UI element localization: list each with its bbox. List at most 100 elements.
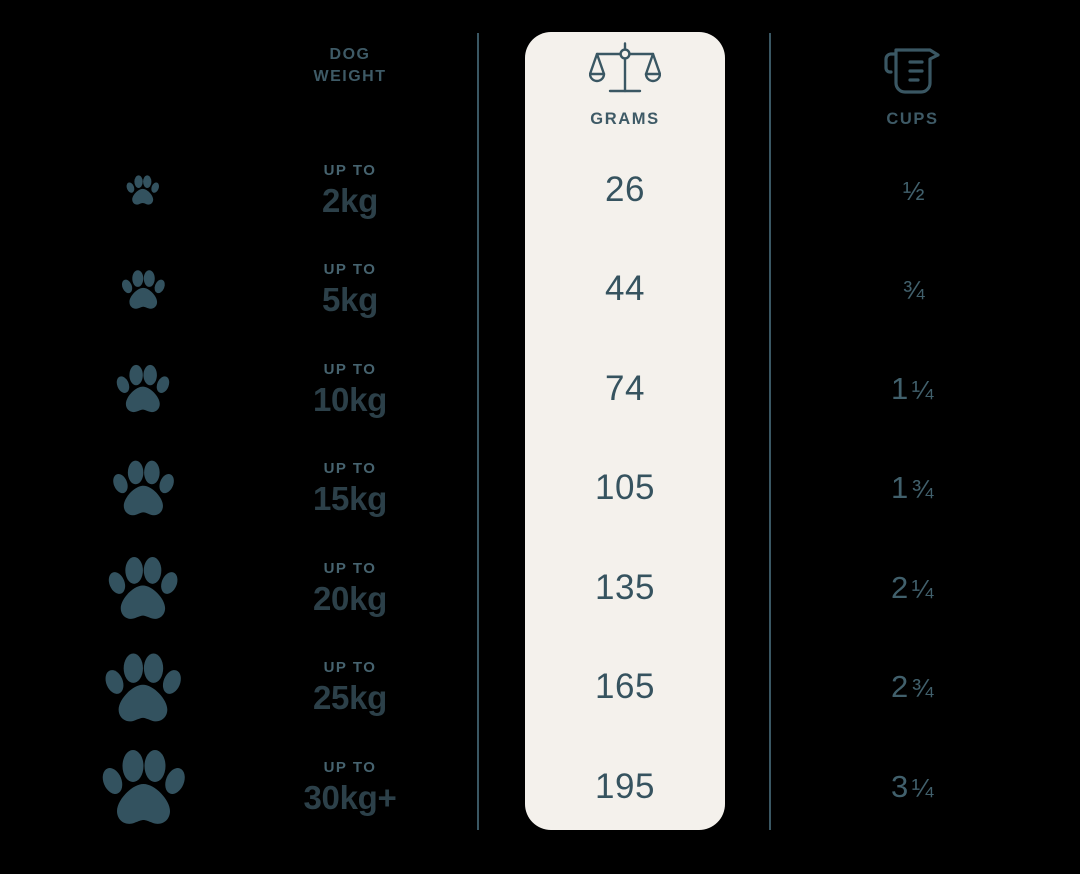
table-row xyxy=(60,439,225,539)
table-row: UP TO 10kg xyxy=(225,339,475,439)
dog-weight-header: DOG WEIGHT xyxy=(225,40,475,140)
table-row: 2¾ xyxy=(790,638,1035,738)
weight-value: 15kg xyxy=(312,480,388,518)
cups-value: 3¼ xyxy=(790,769,1035,805)
cups-fraction: ¾ xyxy=(911,673,934,704)
cups-rows: ½¾1¼1¾2¼2¾3¼ xyxy=(790,140,1035,837)
grams-value: 105 xyxy=(595,468,655,508)
column-cups: CUPS ½¾1¼1¾2¼2¾3¼ xyxy=(790,0,1035,874)
dog-weight-cell: UP TO 5kg xyxy=(225,262,475,316)
weight-value: 2kg xyxy=(322,181,378,219)
up-to-label: UP TO xyxy=(323,559,377,577)
weight-value: 25kg xyxy=(312,679,388,717)
weight-value: 5kg xyxy=(322,281,378,319)
weight-value: 20kg xyxy=(312,579,388,617)
paw-print-icon xyxy=(60,552,225,624)
column-grams: GRAMS 26 44 74 105 135 165 195 xyxy=(525,0,725,874)
table-row: 44 xyxy=(525,240,725,340)
cups-header-label: CUPS xyxy=(886,110,939,128)
paw-print-icon xyxy=(60,267,225,312)
grams-header-label: GRAMS xyxy=(590,110,660,128)
table-row: 1¾ xyxy=(790,439,1035,539)
dog-weight-cell: UP TO 15kg xyxy=(225,461,475,515)
dog-weight-cell: UP TO 10kg xyxy=(225,362,475,416)
paw-print-icon xyxy=(60,744,225,830)
dog-weight-cell: UP TO 30kg+ xyxy=(225,760,475,814)
cups-value: 2¾ xyxy=(790,669,1035,705)
cups-fraction: ¾ xyxy=(902,275,926,306)
up-to-label: UP TO xyxy=(323,360,377,378)
grams-value: 195 xyxy=(595,766,655,806)
divider-right xyxy=(769,33,771,830)
table-row: UP TO 30kg+ xyxy=(225,737,475,837)
table-row: 195 xyxy=(525,737,725,837)
dog-weight-cell: UP TO 20kg xyxy=(225,561,475,615)
paw-print-icon xyxy=(60,361,225,416)
up-to-label: UP TO xyxy=(323,758,377,776)
table-row: ¾ xyxy=(790,240,1035,340)
dog-weight-header-label: DOG WEIGHT xyxy=(314,44,387,87)
cups-header: CUPS xyxy=(790,40,1035,140)
paw-print-icon xyxy=(60,648,225,727)
paw-print-icon xyxy=(60,173,225,207)
grams-header: GRAMS xyxy=(525,40,725,140)
table-row: 165 xyxy=(525,638,725,738)
up-to-label: UP TO xyxy=(323,460,377,478)
table-row: 2¼ xyxy=(790,538,1035,638)
cups-fraction: ¼ xyxy=(911,374,934,405)
grams-value: 135 xyxy=(595,567,655,607)
table-row xyxy=(60,240,225,340)
cups-fraction: ½ xyxy=(902,175,926,206)
cups-value: 1¾ xyxy=(790,470,1035,506)
cups-whole-number: 1 xyxy=(891,470,909,506)
table-row xyxy=(60,538,225,638)
paw-print-icon xyxy=(60,456,225,520)
cups-value: ½ xyxy=(790,172,1035,208)
dog-weight-cell: UP TO 2kg xyxy=(225,163,475,217)
table-row: 74 xyxy=(525,339,725,439)
up-to-label: UP TO xyxy=(323,659,377,677)
table-row: 105 xyxy=(525,439,725,539)
column-dog-weight: DOG WEIGHT UP TO 2kg UP TO 5kg UP TO 10kg UP T… xyxy=(225,0,475,874)
dog-weight-header-line2: WEIGHT xyxy=(313,67,387,85)
grams-value: 44 xyxy=(605,269,645,309)
up-to-label: UP TO xyxy=(323,261,377,279)
table-row: UP TO 15kg xyxy=(225,439,475,539)
grams-value: 165 xyxy=(595,667,655,707)
table-row: UP TO 20kg xyxy=(225,538,475,638)
dog-weight-rows: UP TO 2kg UP TO 5kg UP TO 10kg UP TO 15kg UP TO 2… xyxy=(225,140,475,837)
table-row: 135 xyxy=(525,538,725,638)
table-row xyxy=(60,140,225,240)
cups-fraction: ¼ xyxy=(911,573,934,604)
paw-rows xyxy=(60,140,225,837)
table-row xyxy=(60,638,225,738)
feeding-guide-chart: DOG WEIGHT UP TO 2kg UP TO 5kg UP TO 10kg UP T… xyxy=(0,0,1080,874)
table-row: ½ xyxy=(790,140,1035,240)
cups-fraction: ¾ xyxy=(911,474,934,505)
cups-whole-number: 2 xyxy=(891,569,909,605)
paw-column-header xyxy=(60,40,225,140)
cups-value: 2¼ xyxy=(790,570,1035,606)
table-row xyxy=(60,737,225,837)
weight-value: 30kg+ xyxy=(303,778,397,816)
grams-value: 26 xyxy=(605,169,645,209)
grams-value: 74 xyxy=(605,368,645,408)
table-row: UP TO 25kg xyxy=(225,638,475,738)
cups-whole-number: 1 xyxy=(891,370,909,406)
table-row xyxy=(60,339,225,439)
weight-value: 10kg xyxy=(312,380,388,418)
measuring-cup-icon xyxy=(882,40,944,102)
table-row: 3¼ xyxy=(790,737,1035,837)
cups-whole-number: 3 xyxy=(891,768,909,804)
table-row: 1¼ xyxy=(790,339,1035,439)
grams-rows: 26 44 74 105 135 165 195 xyxy=(525,140,725,837)
dog-weight-header-line1: DOG xyxy=(329,46,371,63)
dog-weight-cell: UP TO 25kg xyxy=(225,660,475,714)
cups-value: ¾ xyxy=(790,271,1035,307)
up-to-label: UP TO xyxy=(323,161,377,179)
divider-left xyxy=(477,33,479,830)
cups-value: 1¼ xyxy=(790,371,1035,407)
column-paw-icons xyxy=(60,0,225,874)
cups-whole-number: 2 xyxy=(891,669,909,705)
cups-fraction: ¼ xyxy=(911,772,934,803)
